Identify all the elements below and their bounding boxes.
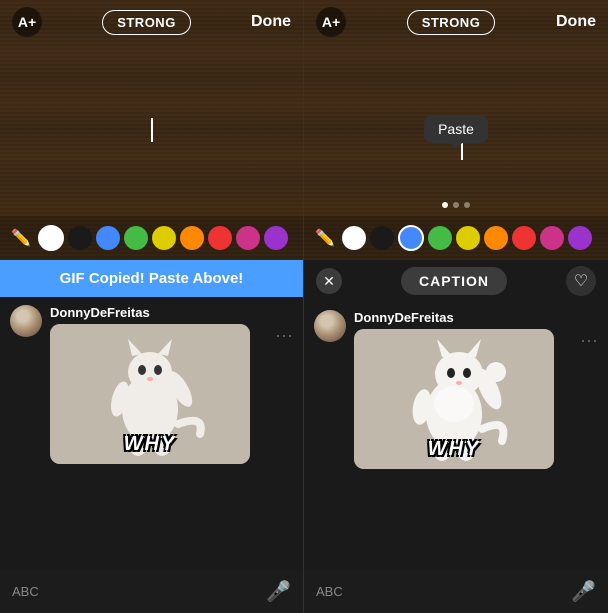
left-cat-gif: WHY <box>50 324 250 464</box>
right-color-orange[interactable] <box>484 226 508 250</box>
caption-bar: ✕ CAPTION ♡ <box>304 260 608 302</box>
left-avatar <box>10 305 42 337</box>
right-editor-area: A+ STRONG Done Paste ✏️ <box>304 0 608 260</box>
left-abc-label: ABC <box>12 584 39 599</box>
left-message-content: DonnyDeFreitas <box>50 305 293 464</box>
right-color-blue[interactable] <box>398 225 424 251</box>
left-color-purple[interactable] <box>264 226 288 250</box>
right-abc-label: ABC <box>316 584 343 599</box>
left-editor-area: A+ STRONG Done ✏️ <box>0 0 303 260</box>
right-panel: A+ STRONG Done Paste ✏️ <box>304 0 608 613</box>
left-gif-container: WHY <box>50 324 250 464</box>
right-color-white[interactable] <box>342 226 366 250</box>
left-pen-icon[interactable]: ✏️ <box>8 225 34 251</box>
right-color-green[interactable] <box>428 226 452 250</box>
right-color-yellow[interactable] <box>456 226 480 250</box>
left-mic-icon: 🎤 <box>266 581 291 603</box>
left-panel: A+ STRONG Done ✏️ GIF Copied! Past <box>0 0 304 613</box>
paste-tooltip[interactable]: Paste <box>424 115 488 143</box>
right-pen-icon[interactable]: ✏️ <box>312 225 338 251</box>
caption-pill[interactable]: CAPTION <box>401 267 507 295</box>
heart-icon: ♡ <box>574 271 588 291</box>
right-done-button[interactable]: Done <box>556 13 596 31</box>
right-message-dots-button[interactable]: ··· <box>580 330 598 351</box>
left-style-pill[interactable]: STRONG <box>102 10 191 35</box>
left-mic-button[interactable]: 🎤 <box>266 579 291 604</box>
left-content-area[interactable]: DonnyDeFreitas <box>0 297 303 569</box>
left-avatar-img <box>10 305 42 337</box>
right-cat-gif: WHY <box>354 329 554 469</box>
right-gif-container: WHY <box>354 329 554 469</box>
left-text-size-label: A+ <box>18 14 36 30</box>
left-color-white[interactable] <box>38 225 64 251</box>
right-message-item: DonnyDeFreitas <box>314 310 598 469</box>
right-text-size-button[interactable]: A+ <box>316 7 346 37</box>
left-color-red[interactable] <box>208 226 232 250</box>
heart-button[interactable]: ♡ <box>566 266 596 296</box>
right-top-bar: A+ STRONG Done <box>304 0 608 44</box>
right-dot-3 <box>464 202 470 208</box>
left-top-bar: A+ STRONG Done <box>0 0 303 44</box>
close-button[interactable]: ✕ <box>316 268 342 294</box>
left-text-size-button[interactable]: A+ <box>12 7 42 37</box>
close-icon: ✕ <box>323 273 335 290</box>
gif-copied-banner: GIF Copied! Paste Above! <box>0 260 303 297</box>
left-message-dots-button[interactable]: ··· <box>275 325 293 346</box>
right-dot-2 <box>453 202 459 208</box>
right-style-pill[interactable]: STRONG <box>407 10 496 35</box>
right-color-purple[interactable] <box>568 226 592 250</box>
left-color-black[interactable] <box>68 226 92 250</box>
left-color-pink[interactable] <box>236 226 260 250</box>
left-color-orange[interactable] <box>180 226 204 250</box>
left-color-bar: ✏️ <box>0 216 303 260</box>
right-color-bar: ✏️ <box>304 216 608 260</box>
right-dot-1 <box>442 202 448 208</box>
right-username: DonnyDeFreitas <box>354 310 598 325</box>
left-done-button[interactable]: Done <box>251 13 291 31</box>
left-message-item: DonnyDeFreitas <box>10 305 293 464</box>
right-dots-indicator <box>304 202 608 208</box>
right-mic-button[interactable]: 🎤 <box>571 579 596 604</box>
left-text-cursor <box>151 118 153 142</box>
right-avatar <box>314 310 346 342</box>
left-why-text: WHY <box>50 433 250 456</box>
right-color-red[interactable] <box>512 226 536 250</box>
left-keyboard-bar: ABC 🎤 <box>0 569 303 613</box>
right-mic-icon: 🎤 <box>571 581 596 603</box>
left-color-yellow[interactable] <box>152 226 176 250</box>
left-color-blue[interactable] <box>96 226 120 250</box>
right-message-content: DonnyDeFreitas <box>354 310 598 469</box>
right-why-text: WHY <box>354 438 554 461</box>
right-text-size-label: A+ <box>322 14 340 30</box>
right-avatar-img <box>314 310 346 342</box>
right-color-pink[interactable] <box>540 226 564 250</box>
right-color-black[interactable] <box>370 226 394 250</box>
right-content-area[interactable]: DonnyDeFreitas <box>304 302 608 569</box>
right-keyboard-bar: ABC 🎤 <box>304 569 608 613</box>
left-color-green[interactable] <box>124 226 148 250</box>
left-username: DonnyDeFreitas <box>50 305 293 320</box>
